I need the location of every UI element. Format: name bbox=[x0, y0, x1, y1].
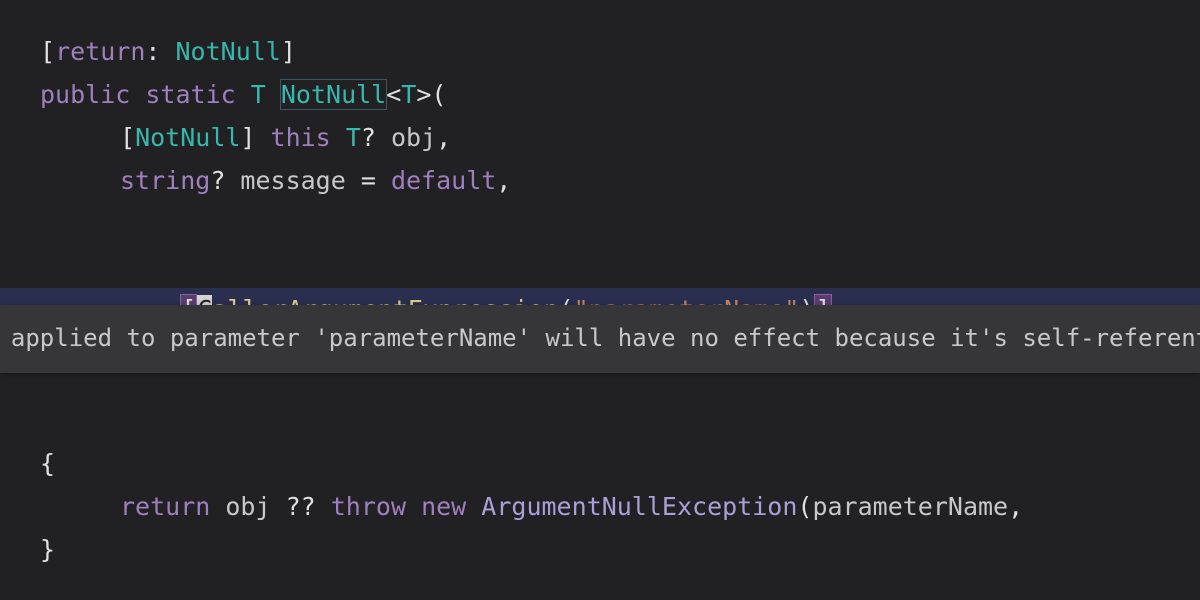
keyword-return: return bbox=[55, 37, 145, 66]
keyword-default: default bbox=[391, 166, 496, 195]
keyword-return: return bbox=[120, 492, 210, 521]
type-param: T bbox=[251, 80, 266, 109]
keyword-string: string bbox=[120, 166, 210, 195]
type-param: T bbox=[401, 80, 416, 109]
comma: , bbox=[1008, 492, 1023, 521]
brace-close: } bbox=[40, 535, 55, 564]
code-line[interactable]: [return: NotNull] bbox=[0, 30, 1200, 73]
code-editor[interactable]: [return: NotNull] public static T NotNul… bbox=[0, 0, 1200, 571]
bracket-close: ] bbox=[240, 123, 270, 152]
code-line[interactable]: } bbox=[0, 528, 1200, 571]
code-line[interactable]: { bbox=[0, 442, 1200, 485]
identifier-obj: obj bbox=[391, 123, 436, 152]
comma: , bbox=[436, 123, 451, 152]
diagnostic-tooltip: e applied to parameter 'parameterName' w… bbox=[0, 305, 1200, 373]
keyword-new: new bbox=[421, 492, 466, 521]
code-line[interactable]: [NotNull] this T? obj, bbox=[0, 116, 1200, 159]
bracket-close: ] bbox=[281, 37, 296, 66]
brace-open: { bbox=[40, 449, 55, 478]
angle-close-paren: >( bbox=[416, 80, 446, 109]
bracket-open: [ bbox=[120, 123, 135, 152]
attribute-notnull: NotNull bbox=[135, 123, 240, 152]
nullable-q: ? bbox=[210, 166, 240, 195]
paren-open: ( bbox=[797, 492, 812, 521]
diagnostic-message: e applied to parameter 'parameterName' w… bbox=[0, 318, 1200, 359]
keyword-public: public bbox=[40, 80, 130, 109]
identifier-obj: obj bbox=[225, 492, 270, 521]
angle-open: < bbox=[386, 80, 401, 109]
nullable-q: ? bbox=[361, 123, 391, 152]
code-line[interactable]: string? message = default, bbox=[0, 159, 1200, 202]
type-argumentnullexception: ArgumentNullException bbox=[481, 492, 797, 521]
identifier-message: message bbox=[240, 166, 345, 195]
attribute-notnull: NotNull bbox=[175, 37, 280, 66]
code-line[interactable]: return obj ?? throw new ArgumentNullExce… bbox=[0, 485, 1200, 528]
method-name: NotNull bbox=[281, 80, 386, 109]
bracket-open: [ bbox=[40, 37, 55, 66]
colon: : bbox=[145, 37, 175, 66]
keyword-static: static bbox=[145, 80, 235, 109]
type-param: T bbox=[346, 123, 361, 152]
identifier-parametername: parameterName bbox=[812, 492, 1008, 521]
equals: = bbox=[346, 166, 391, 195]
keyword-throw: throw bbox=[331, 492, 406, 521]
code-line[interactable]: public static T NotNull<T>( bbox=[0, 73, 1200, 116]
keyword-this: this bbox=[271, 123, 331, 152]
null-coalesce: ?? bbox=[271, 492, 331, 521]
comma: , bbox=[496, 166, 511, 195]
